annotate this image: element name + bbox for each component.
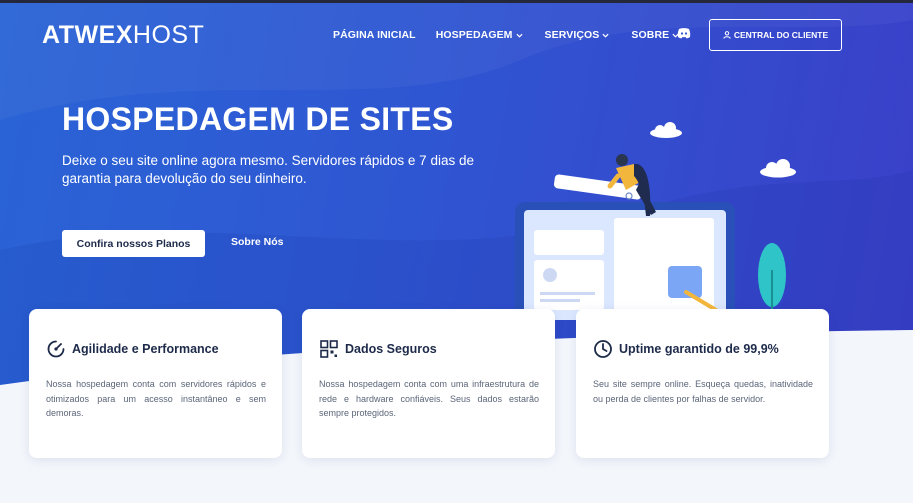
feature-card-uptime: Uptime garantido de 99,9% Seu site sempr… [576,309,829,458]
nav-item-hospedagem[interactable]: HOSPEDAGEM [436,29,523,41]
nav-label: HOSPEDAGEM [435,29,513,41]
feature-text: Nossa hospedagem conta com servidores rá… [46,379,266,418]
client-area-label: CENTRAL DO CLIENTE [733,30,829,40]
discord-icon[interactable] [677,27,691,39]
top-strip [0,0,913,3]
hero-subtitle: Deixe o seu site online agora mesmo. Ser… [62,153,474,186]
hero-title: HOSPEDAGEM DE SITES [62,101,454,137]
nav-item-servicos[interactable]: SERVIÇOS [545,29,610,41]
hero-illustration [515,122,796,320]
grid-icon [320,340,338,358]
chevron-down-icon [602,33,609,38]
cloud-icon [650,122,682,138]
clock-icon [594,340,612,358]
feature-text: Seu site sempre online. Esqueça quedas, … [593,379,813,404]
nav-label: SOBRE [631,29,670,41]
about-us-link[interactable]: Sobre Nós [231,236,284,248]
view-plans-button[interactable]: Confira nossos Planos [62,230,205,257]
nav-label: SERVIÇOS [544,29,600,41]
feature-card-security: Dados Seguros Nossa hospedagem conta com… [302,309,555,458]
chevron-down-icon [515,33,523,38]
logo[interactable]: ATWEXHOST [42,20,204,50]
logo-bold: ATWEX [42,21,133,49]
nav-item-home[interactable]: PÁGINA INICIAL [333,29,416,41]
feature-title: Dados Seguros [345,342,437,356]
logo-light: HOST [132,21,205,49]
feature-title: Uptime garantido de 99,9% [619,342,779,356]
cloud-icon [760,159,796,178]
feature-text: Nossa hospedagem conta com uma infraestr… [319,379,539,418]
speedometer-icon [47,340,65,358]
nav-item-sobre[interactable]: SOBRE [631,29,679,41]
user-icon [723,31,731,39]
feature-title: Agilidade e Performance [72,342,219,356]
main-nav: PÁGINA INICIAL HOSPEDAGEM SERVIÇOS SOBRE [333,26,679,44]
client-area-button[interactable]: CENTRAL DO CLIENTE [709,19,842,51]
nav-label: PÁGINA INICIAL [333,29,416,41]
feature-card-performance: Agilidade e Performance Nossa hospedagem… [29,309,282,458]
